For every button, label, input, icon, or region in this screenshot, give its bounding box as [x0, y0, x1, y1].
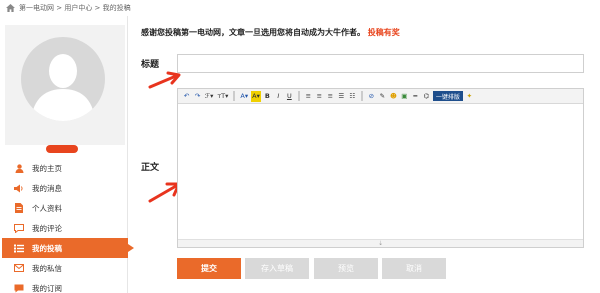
font-size-icon[interactable]: ᴛT▾	[216, 91, 229, 102]
mail-icon	[14, 263, 24, 273]
reward-link[interactable]: 投稿有奖	[368, 28, 400, 37]
image-icon[interactable]: ▣	[400, 91, 409, 102]
arrow-icon	[148, 71, 181, 89]
underline-icon[interactable]: U	[285, 91, 294, 102]
link-icon[interactable]: ⊘	[367, 91, 376, 102]
horizontal-rule-icon[interactable]: ━	[411, 91, 420, 102]
undo-icon[interactable]: ↶	[182, 91, 191, 102]
sidebar-item-label: 我的评论	[32, 223, 62, 233]
title-input[interactable]	[177, 54, 584, 73]
sidebar-item-subscriptions[interactable]: 我的订阅	[2, 278, 128, 293]
sidebar-menu: 我的主页 我的消息 个人资料 我的评论 我的投稿 我的私信 我的订阅	[2, 158, 134, 293]
emoticon-icon[interactable]: ☻	[389, 91, 398, 102]
unlink-icon[interactable]: ✎	[378, 91, 387, 102]
list-icon	[14, 243, 24, 253]
save-draft-button[interactable]: 存入草稿	[245, 258, 309, 279]
preview-button[interactable]: 预览	[314, 258, 378, 279]
sidebar-item-messages[interactable]: 我的消息	[2, 178, 128, 198]
chevron-down-icon: ⇣	[377, 240, 384, 247]
user-icon	[14, 163, 24, 173]
title-label: 标题	[141, 60, 160, 70]
sidebar-item-label: 我的消息	[32, 183, 62, 193]
align-right-icon[interactable]: ≡	[326, 91, 335, 102]
font-color-icon[interactable]: A▾	[239, 91, 249, 102]
toolbar-divider	[233, 91, 236, 101]
sidebar-item-label: 个人资料	[32, 203, 62, 213]
align-left-icon[interactable]: ≡	[304, 91, 313, 102]
unordered-list-icon[interactable]: ☷	[348, 91, 357, 102]
format-brush-icon[interactable]: ℱ▾	[204, 91, 214, 102]
highlight-icon[interactable]: A▾	[251, 90, 261, 102]
avatar[interactable]	[5, 25, 125, 145]
breadcrumb: 第一电动网 > 用户中心 > 我的投稿	[6, 2, 131, 14]
sidebar-item-comments[interactable]: 我的评论	[2, 218, 128, 238]
italic-icon[interactable]: I	[274, 91, 283, 102]
comment-icon	[14, 223, 24, 233]
sidebar-item-home[interactable]: 我的主页	[2, 158, 128, 178]
subscribe-icon	[14, 283, 24, 293]
bold-icon[interactable]: B	[263, 91, 272, 102]
align-center-icon[interactable]: ≡	[315, 91, 324, 102]
editor-toolbar: ↶ ↷ ℱ▾ ᴛT▾ A▾ A▾ B I U ≡ ≡ ≡ ☰ ☷ ⊘ ✎ ☻ ▣…	[178, 89, 583, 104]
sidebar-item-label: 我的投稿	[32, 243, 62, 253]
submission-notice: 感谢您投稿第一电动网，文章一旦选用您将自动成为大牛作者。 投稿有奖	[141, 27, 400, 38]
breadcrumb-text[interactable]: 第一电动网 > 用户中心 > 我的投稿	[19, 3, 131, 13]
rich-text-editor: ↶ ↷ ℱ▾ ᴛT▾ A▾ A▾ B I U ≡ ≡ ≡ ☰ ☷ ⊘ ✎ ☻ ▣…	[177, 88, 584, 248]
home-icon	[6, 4, 15, 12]
notice-text: 感谢您投稿第一电动网，文章一旦选用您将自动成为大牛作者。	[141, 28, 365, 37]
body-label: 正文	[141, 163, 160, 173]
sidebar-item-label: 我的主页	[32, 163, 62, 173]
toolbar-divider	[297, 91, 300, 101]
sidebar-item-label: 我的订阅	[32, 283, 62, 293]
avatar-placeholder-icon	[21, 37, 105, 121]
sidebar-item-label: 我的私信	[32, 263, 62, 273]
toolbar-divider	[360, 91, 363, 101]
editor-content-area[interactable]	[178, 104, 583, 239]
editor-resize-handle[interactable]: ⇣	[178, 239, 583, 247]
code-icon[interactable]: ⌬	[422, 91, 431, 102]
sidebar-item-submissions[interactable]: 我的投稿	[2, 238, 134, 258]
document-icon	[14, 203, 24, 213]
one-key-format-button[interactable]: 一键排版	[432, 91, 463, 101]
redo-icon[interactable]: ↷	[193, 91, 202, 102]
cancel-button[interactable]: 取消	[382, 258, 446, 279]
clear-format-icon[interactable]: ✦	[465, 91, 474, 102]
submit-button[interactable]: 提交	[177, 258, 241, 279]
sidebar: 我的主页 我的消息 个人资料 我的评论 我的投稿 我的私信 我的订阅	[2, 16, 134, 293]
username-badge	[46, 145, 78, 153]
sidebar-item-profile[interactable]: 个人资料	[2, 198, 128, 218]
ordered-list-icon[interactable]: ☰	[337, 91, 346, 102]
speaker-icon	[14, 183, 24, 193]
sidebar-item-private-messages[interactable]: 我的私信	[2, 258, 128, 278]
